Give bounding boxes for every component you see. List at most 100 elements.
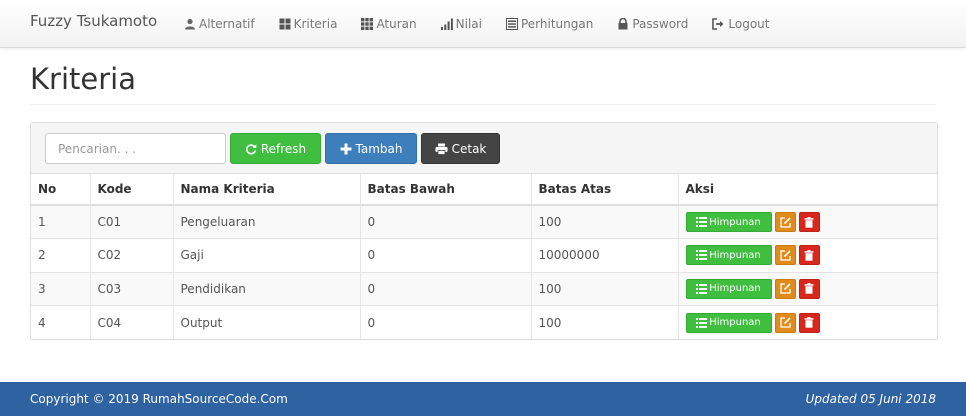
th-large-icon bbox=[279, 18, 291, 30]
nav-menu: Alternatif Kriteria Aturan Nilai Perhitu… bbox=[184, 0, 794, 48]
cell-kode: C03 bbox=[89, 271, 173, 306]
th-icon bbox=[361, 18, 374, 30]
cell-aksi: Himpunan bbox=[677, 305, 937, 339]
edit-button[interactable] bbox=[774, 278, 796, 299]
nav-label-nilai: Nilai bbox=[455, 17, 482, 31]
delete-button[interactable] bbox=[798, 278, 820, 299]
himpunan-button[interactable]: Himpunan bbox=[685, 245, 772, 266]
edit-icon bbox=[779, 216, 791, 228]
cell-nama: Output bbox=[172, 305, 360, 339]
footer-updated: Updated 05 Juni 2018 bbox=[805, 392, 936, 406]
cell-nama: Pengeluaran bbox=[172, 204, 360, 239]
trash-icon bbox=[804, 283, 814, 294]
search-input[interactable] bbox=[45, 133, 226, 164]
edit-icon bbox=[779, 283, 791, 294]
list-icon bbox=[696, 317, 708, 328]
footer: Copyright © 2019 RumahSourceCode.Com Upd… bbox=[0, 382, 966, 416]
nav-item-alternatif[interactable]: Alternatif bbox=[184, 17, 255, 31]
cell-no: 1 bbox=[31, 204, 90, 239]
cell-kode: C01 bbox=[89, 204, 173, 239]
nav-item-nilai[interactable]: Nilai bbox=[440, 17, 482, 31]
refresh-icon bbox=[245, 143, 257, 154]
tambah-label: Tambah bbox=[355, 141, 403, 156]
nav-item-logout[interactable]: Logout bbox=[712, 17, 770, 31]
kriteria-panel: Refresh Tambah Cetak No Kode Nama Kriter… bbox=[30, 122, 938, 340]
list-icon bbox=[696, 283, 708, 294]
footer-copyright: Copyright © 2019 RumahSourceCode.Com bbox=[30, 392, 288, 406]
nav-label-kriteria: Kriteria bbox=[293, 17, 338, 31]
himpunan-button[interactable]: Himpunan bbox=[685, 212, 772, 232]
panel-toolbar: Refresh Tambah Cetak bbox=[31, 123, 937, 174]
user-icon bbox=[185, 18, 195, 30]
delete-button[interactable] bbox=[798, 245, 820, 266]
cell-batas-atas: 100 bbox=[530, 271, 678, 306]
log-out-icon bbox=[712, 18, 724, 30]
cell-batas-bawah: 0 bbox=[359, 305, 531, 339]
himpunan-button[interactable]: Himpunan bbox=[685, 278, 772, 299]
table-row: 4 C04 Output 0 100 Himpunan bbox=[31, 305, 937, 339]
table-row: 1 C01 Pengeluaran 0 100 Himpunan bbox=[31, 204, 937, 239]
cell-batas-bawah: 0 bbox=[359, 204, 531, 239]
cell-batas-atas: 10000000 bbox=[530, 238, 678, 272]
cell-batas-bawah: 0 bbox=[359, 238, 531, 272]
cell-batas-bawah: 0 bbox=[359, 271, 531, 306]
cell-kode: C02 bbox=[89, 238, 173, 272]
delete-button[interactable] bbox=[798, 312, 820, 333]
cell-nama: Gaji bbox=[172, 238, 360, 272]
signal-icon bbox=[440, 18, 453, 30]
kriteria-table: No Kode Nama Kriteria Batas Bawah Batas … bbox=[31, 174, 937, 339]
cell-nama: Pendidikan bbox=[172, 271, 360, 306]
himpunan-label: Himpunan bbox=[709, 249, 761, 261]
nav-label-perhitungan: Perhitungan bbox=[520, 17, 594, 31]
col-header-kode[interactable]: Kode bbox=[89, 174, 173, 206]
col-header-batas-bawah[interactable]: Batas Bawah bbox=[359, 174, 531, 206]
print-icon bbox=[435, 143, 448, 155]
edit-icon bbox=[779, 317, 791, 328]
himpunan-label: Himpunan bbox=[709, 283, 761, 295]
cell-batas-atas: 100 bbox=[530, 305, 678, 339]
trash-icon bbox=[804, 249, 814, 261]
trash-icon bbox=[804, 317, 814, 328]
list-icon bbox=[696, 217, 708, 227]
edit-button[interactable] bbox=[774, 212, 796, 232]
title-divider bbox=[30, 104, 936, 105]
list-icon bbox=[696, 250, 708, 261]
col-header-batas-atas[interactable]: Batas Atas bbox=[530, 174, 678, 206]
list-alt-icon bbox=[505, 18, 518, 30]
himpunan-label: Himpunan bbox=[709, 216, 761, 228]
col-header-aksi: Aksi bbox=[677, 174, 937, 206]
nav-item-aturan[interactable]: Aturan bbox=[361, 17, 417, 31]
col-header-nama-kriteria[interactable]: Nama Kriteria bbox=[172, 174, 360, 206]
trash-icon bbox=[804, 216, 814, 228]
navbar-brand[interactable]: Fuzzy Tsukamoto bbox=[30, 12, 157, 30]
cetak-button[interactable]: Cetak bbox=[421, 133, 500, 164]
edit-button[interactable] bbox=[774, 245, 796, 266]
nav-item-perhitungan[interactable]: Perhitungan bbox=[505, 17, 594, 31]
cell-no: 4 bbox=[31, 305, 90, 339]
himpunan-button[interactable]: Himpunan bbox=[685, 312, 772, 333]
edit-icon bbox=[779, 250, 791, 261]
delete-button[interactable] bbox=[798, 212, 820, 232]
nav-item-kriteria[interactable]: Kriteria bbox=[279, 17, 338, 31]
himpunan-label: Himpunan bbox=[709, 317, 761, 328]
cell-no: 2 bbox=[31, 238, 90, 272]
plus-icon bbox=[340, 143, 352, 154]
refresh-label: Refresh bbox=[260, 141, 307, 156]
edit-button[interactable] bbox=[774, 312, 796, 333]
navbar: Fuzzy Tsukamoto Alternatif Kriteria Atur… bbox=[0, 0, 966, 48]
table-row: 2 C02 Gaji 0 10000000 Himpunan bbox=[31, 238, 937, 272]
cell-aksi: Himpunan bbox=[677, 271, 937, 306]
lock-icon bbox=[618, 18, 628, 30]
nav-label-aturan: Aturan bbox=[376, 17, 417, 31]
cell-aksi: Himpunan bbox=[677, 204, 937, 239]
nav-label-password: Password bbox=[632, 17, 689, 31]
cetak-label: Cetak bbox=[451, 141, 487, 156]
col-header-no[interactable]: No bbox=[31, 174, 90, 206]
table-row: 3 C03 Pendidikan 0 100 Himpunan bbox=[31, 271, 937, 306]
tambah-button[interactable]: Tambah bbox=[325, 133, 417, 164]
nav-item-password[interactable]: Password bbox=[617, 17, 688, 31]
nav-label-alternatif: Alternatif bbox=[199, 17, 255, 31]
cell-kode: C04 bbox=[89, 305, 173, 339]
refresh-button[interactable]: Refresh bbox=[230, 133, 321, 164]
nav-label-logout: Logout bbox=[728, 17, 770, 31]
